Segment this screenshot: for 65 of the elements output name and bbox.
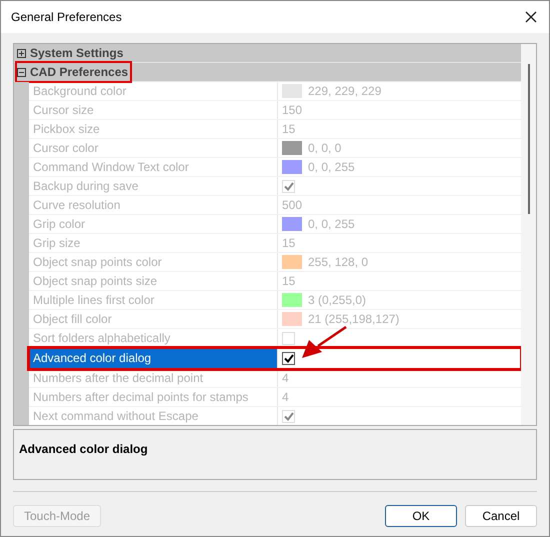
- category-header[interactable]: CAD Preferences: [14, 63, 521, 82]
- property-row[interactable]: Object fill color 21 (255,198,127): [29, 310, 521, 329]
- property-value: 0, 0, 255: [308, 216, 355, 233]
- property-row[interactable]: Curve resolution 500: [29, 196, 521, 215]
- property-row[interactable]: Object snap points size 15: [29, 272, 521, 291]
- checkmark-icon: [284, 412, 294, 420]
- property-row[interactable]: Cursor color 0, 0, 0: [29, 139, 521, 158]
- property-name: Command Window Text color: [32, 159, 190, 176]
- plus-box-icon[interactable]: [17, 48, 26, 58]
- property-name: Cursor size: [32, 102, 95, 119]
- property-value: 21 (255,198,127): [308, 311, 400, 328]
- property-name: Background color: [32, 83, 128, 100]
- property-value: 0, 0, 0: [308, 140, 342, 157]
- property-row[interactable]: Grip size 15: [29, 234, 521, 253]
- scrollbar[interactable]: [521, 44, 536, 425]
- property-name: Backup during save: [32, 178, 140, 195]
- property-name: Grip color: [32, 216, 86, 233]
- dialog-button[interactable]: Cancel: [465, 505, 537, 527]
- property-row[interactable]: Next command without Escape: [29, 407, 521, 425]
- property-row[interactable]: Numbers after decimal points for stamps 4: [29, 388, 521, 407]
- category-label: System Settings: [30, 45, 124, 62]
- property-name: Curve resolution: [32, 197, 122, 214]
- description-title: Advanced color dialog: [19, 442, 148, 456]
- property-value: 15: [282, 235, 296, 252]
- checkmark-icon: [284, 182, 294, 190]
- checkmark-icon: [284, 354, 294, 362]
- property-row[interactable]: Numbers after the decimal point 4: [29, 369, 521, 388]
- checkbox[interactable]: [282, 352, 295, 364]
- window-title: General Preferences: [11, 9, 122, 26]
- property-name: Object snap points size: [32, 273, 158, 290]
- property-name: Numbers after the decimal point: [32, 370, 204, 387]
- property-value: 3 (0,255,0): [308, 292, 366, 309]
- property-value: 229, 229, 229: [308, 83, 382, 100]
- property-name: Sort folders alphabetically: [32, 330, 172, 347]
- property-name: Object snap points color: [32, 254, 163, 271]
- property-value: 500: [282, 197, 302, 214]
- property-row[interactable]: Backup during save: [29, 177, 521, 196]
- property-name: Numbers after decimal points for stamps: [32, 389, 250, 406]
- property-value: 255, 128, 0: [308, 254, 368, 271]
- category-label: CAD Preferences: [30, 64, 128, 81]
- property-row[interactable]: Advanced color dialog: [29, 348, 521, 369]
- property-row[interactable]: Object snap points color 255, 128, 0: [29, 253, 521, 272]
- property-name: Multiple lines first color: [32, 292, 156, 309]
- property-value: 15: [282, 273, 296, 290]
- close-icon[interactable]: [525, 11, 537, 23]
- property-name: Cursor color: [32, 140, 100, 157]
- property-name: Pickbox size: [32, 121, 101, 138]
- property-name: Next command without Escape: [32, 408, 200, 425]
- property-name: Grip size: [32, 235, 82, 252]
- property-row[interactable]: Multiple lines first color 3 (0,255,0): [29, 291, 521, 310]
- property-row[interactable]: Grip color 0, 0, 255: [29, 215, 521, 234]
- property-row[interactable]: Pickbox size 15: [29, 120, 521, 139]
- dialog-button[interactable]: OK: [385, 505, 457, 527]
- property-value: 0, 0, 255: [308, 159, 355, 176]
- property-name: Advanced color dialog: [29, 348, 277, 368]
- property-row[interactable]: Cursor size 150: [29, 101, 521, 120]
- property-value: 4: [282, 370, 289, 387]
- minus-box-icon[interactable]: [17, 68, 26, 76]
- property-value: 150: [282, 102, 302, 119]
- property-value: 15: [282, 121, 296, 138]
- property-row[interactable]: Command Window Text color 0, 0, 255: [29, 158, 521, 177]
- category-header[interactable]: System Settings: [14, 44, 521, 63]
- property-row[interactable]: Background color 229, 229, 229: [29, 82, 521, 101]
- property-value: 4: [282, 389, 289, 406]
- property-name: Object fill color: [32, 311, 113, 328]
